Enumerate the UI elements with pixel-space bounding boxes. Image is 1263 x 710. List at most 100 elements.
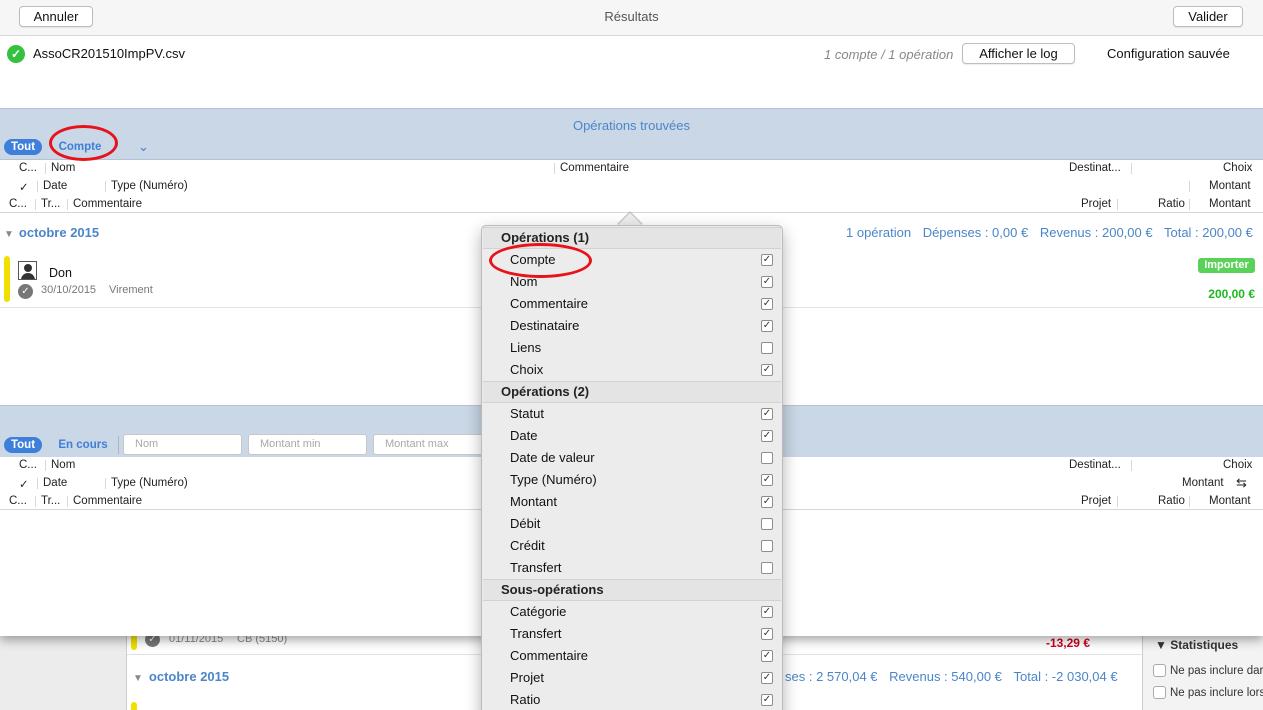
- column-toggle-label: Ratio: [510, 692, 541, 707]
- validate-button[interactable]: Valider: [1173, 6, 1243, 27]
- column-toggle[interactable]: Crédit: [483, 535, 781, 557]
- col-account[interactable]: C...: [19, 459, 37, 471]
- column-toggle[interactable]: Projet ✓: [483, 667, 781, 689]
- col-choice[interactable]: Choix: [1223, 162, 1252, 174]
- col-status[interactable]: ✓: [19, 180, 29, 194]
- chevron-down-icon[interactable]: ⌄: [138, 139, 149, 155]
- column-toggle[interactable]: Commentaire ✓: [483, 293, 781, 315]
- col-name[interactable]: Nom: [51, 162, 75, 174]
- col-choice[interactable]: Choix: [1223, 459, 1252, 471]
- checkbox[interactable]: ✓: [761, 650, 773, 662]
- column-separator: [37, 478, 38, 489]
- sheet-title: Résultats: [604, 9, 659, 24]
- col-sub-amount[interactable]: Montant: [1209, 495, 1251, 507]
- column-toggle[interactable]: Transfert ✓: [483, 623, 781, 645]
- col-sub-amount[interactable]: Montant: [1209, 198, 1251, 210]
- checkbox[interactable]: [761, 562, 773, 574]
- column-toggle[interactable]: Liens: [483, 337, 781, 359]
- checkbox[interactable]: ✓: [761, 606, 773, 618]
- checkbox[interactable]: [1153, 686, 1166, 699]
- column-separator: [45, 163, 46, 174]
- name-filter-input[interactable]: Nom: [123, 434, 242, 455]
- stats-option[interactable]: Ne pas inclure lors: [1153, 686, 1263, 699]
- column-visibility-popover: Opérations (1) Compte ✓ Nom ✓ Commentaire ✓…: [481, 225, 783, 710]
- disclosure-triangle-icon[interactable]: ▼: [4, 229, 14, 240]
- checkbox[interactable]: ✓: [761, 254, 773, 266]
- col-comment[interactable]: Commentaire: [560, 162, 629, 174]
- col-status[interactable]: ✓: [19, 477, 29, 491]
- column-toggle[interactable]: Montant ✓: [483, 491, 781, 513]
- min-amount-input[interactable]: Montant min: [248, 434, 367, 455]
- group-header: Sous-opérations: [483, 579, 781, 601]
- col-transfer[interactable]: Tr...: [41, 198, 60, 210]
- col-transfer[interactable]: Tr...: [41, 495, 60, 507]
- col-date[interactable]: Date: [43, 477, 67, 489]
- checkbox[interactable]: ✓: [761, 298, 773, 310]
- column-toggle[interactable]: Commentaire ✓: [483, 645, 781, 667]
- column-toggle-label: Crédit: [510, 538, 545, 553]
- show-log-button[interactable]: Afficher le log: [962, 43, 1075, 64]
- disclosure-triangle-icon[interactable]: ▼: [133, 673, 143, 684]
- column-toggle[interactable]: Destinataire ✓: [483, 315, 781, 337]
- import-badge[interactable]: Importer: [1198, 258, 1255, 273]
- swap-arrows-icon[interactable]: ⇆: [1236, 475, 1247, 491]
- column-toggle[interactable]: Transfert: [483, 557, 781, 579]
- col-type[interactable]: Type (Numéro): [111, 477, 188, 489]
- stats-option[interactable]: Ne pas inclure dar: [1153, 664, 1263, 677]
- column-separator: [67, 199, 68, 210]
- col-ratio[interactable]: Ratio: [1158, 198, 1185, 210]
- col-category[interactable]: C...: [9, 495, 27, 507]
- filter-all-button[interactable]: Tout: [4, 437, 42, 453]
- checkbox[interactable]: ✓: [761, 474, 773, 486]
- person-icon: [18, 261, 37, 280]
- column-toggle-label: Date: [510, 428, 538, 443]
- col-amount[interactable]: Montant: [1209, 180, 1251, 192]
- col-account[interactable]: C...: [19, 162, 37, 174]
- checkbox[interactable]: ✓: [761, 628, 773, 640]
- column-toggle[interactable]: Ratio ✓: [483, 689, 781, 710]
- checkbox[interactable]: ✓: [761, 496, 773, 508]
- checkbox[interactable]: ✓: [761, 276, 773, 288]
- operation-count: 1 opération: [846, 225, 912, 240]
- checkbox[interactable]: ✓: [761, 408, 773, 420]
- col-recipient[interactable]: Destinat...: [1069, 459, 1121, 471]
- checkbox[interactable]: [761, 342, 773, 354]
- col-ratio[interactable]: Ratio: [1158, 495, 1185, 507]
- column-toggle[interactable]: Type (Numéro) ✓: [483, 469, 781, 491]
- checkbox[interactable]: ✓: [761, 364, 773, 376]
- column-toggle[interactable]: Débit: [483, 513, 781, 535]
- col-recipient[interactable]: Destinat...: [1069, 162, 1121, 174]
- checkmark-icon[interactable]: ✓: [18, 284, 33, 299]
- filter-all-button[interactable]: Tout: [4, 139, 42, 155]
- checkbox[interactable]: [761, 540, 773, 552]
- checkbox[interactable]: ✓: [761, 430, 773, 442]
- col-sub-comment[interactable]: Commentaire: [73, 495, 142, 507]
- month-group-header[interactable]: ▼ octobre 2015: [4, 225, 99, 240]
- month-summary: ses : 2 570,04 € Revenus : 540,00 € Tota…: [777, 669, 1118, 684]
- col-date[interactable]: Date: [43, 180, 67, 192]
- col-project[interactable]: Projet: [1081, 495, 1111, 507]
- column-toggle[interactable]: Catégorie ✓: [483, 601, 781, 623]
- col-amount[interactable]: Montant: [1182, 477, 1224, 489]
- column-toggle[interactable]: Date ✓: [483, 425, 781, 447]
- col-name[interactable]: Nom: [51, 459, 75, 471]
- col-project[interactable]: Projet: [1081, 198, 1111, 210]
- checkbox[interactable]: ✓: [761, 320, 773, 332]
- filter-in-progress-button[interactable]: En cours: [55, 437, 111, 453]
- checkbox[interactable]: [761, 518, 773, 530]
- checkbox[interactable]: ✓: [761, 694, 773, 706]
- checkbox[interactable]: [1153, 664, 1166, 677]
- column-toggle[interactable]: Statut ✓: [483, 403, 781, 425]
- file-name: AssoCR201510ImpPV.csv: [33, 46, 185, 61]
- column-toggle[interactable]: Date de valeur: [483, 447, 781, 469]
- stats-header[interactable]: ▼ Statistiques: [1155, 638, 1238, 652]
- max-amount-input[interactable]: Montant max: [373, 434, 492, 455]
- checkbox[interactable]: ✓: [761, 672, 773, 684]
- column-toggle[interactable]: Choix ✓: [483, 359, 781, 381]
- month-group-header[interactable]: ▼ octobre 2015: [133, 669, 229, 684]
- col-sub-comment[interactable]: Commentaire: [73, 198, 142, 210]
- col-category[interactable]: C...: [9, 198, 27, 210]
- checkbox[interactable]: [761, 452, 773, 464]
- status-bar: [4, 256, 10, 302]
- col-type[interactable]: Type (Numéro): [111, 180, 188, 192]
